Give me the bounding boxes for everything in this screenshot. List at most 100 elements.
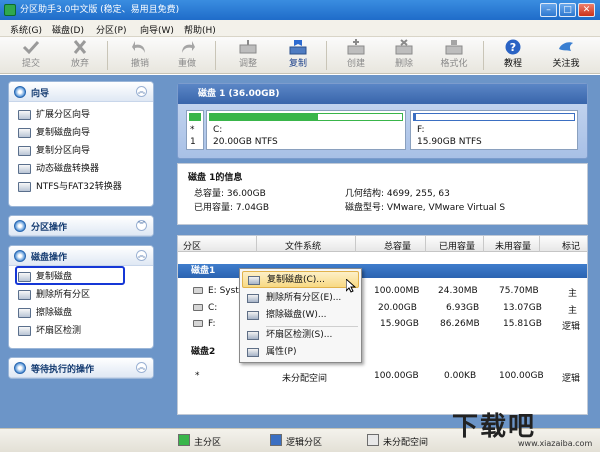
disk-map[interactable]: 磁盘 1 (36.00GB) * 1 C: 20.00GB NTFS F: 15… xyxy=(177,83,588,159)
app-icon xyxy=(4,4,16,16)
primary-swatch xyxy=(178,434,190,446)
partition-ops-icon xyxy=(14,220,26,232)
right-pane: 磁盘 1 (36.00GB) * 1 C: 20.00GB NTFS F: 15… xyxy=(162,75,600,445)
legend-primary: 主分区 xyxy=(194,438,222,448)
disk-model: 磁盘型号: VMware, VMware Virtual S xyxy=(345,203,506,213)
partition-ops-panel: 分区操作 ︾ xyxy=(8,215,154,237)
wizard-panel: 向导 ︽ 扩展分区向导 复制磁盘向导 复制分区向导 动态磁盘转换器 NTFS与F… xyxy=(8,81,154,207)
wipe-disk-icon xyxy=(247,311,259,320)
menu-partition[interactable]: 分区(P) xyxy=(96,23,126,36)
format-disk-icon xyxy=(445,40,463,55)
disk-op-delete-all[interactable]: 删除所有分区 xyxy=(9,286,153,304)
legend-logical: 逻辑分区 xyxy=(286,438,323,448)
col-partition[interactable]: 分区 xyxy=(183,239,201,252)
wizard-item-copy-disk[interactable]: 复制磁盘向导 xyxy=(9,124,153,142)
converter-icon xyxy=(18,182,31,192)
collapse-icon[interactable]: ︽ xyxy=(136,250,147,261)
pending-ops-panel: 等待执行的操作 ︽ xyxy=(8,357,154,379)
undo-icon xyxy=(132,41,145,53)
expand-icon[interactable]: ︾ xyxy=(136,220,147,231)
disk-ops-header[interactable]: 磁盘操作 ︽ xyxy=(9,246,153,266)
partition-c-usage-bar xyxy=(209,113,403,121)
adjust-button[interactable]: 调整 xyxy=(231,39,265,72)
pending-ops-header[interactable]: 等待执行的操作 ︽ xyxy=(9,358,153,378)
menu-wizard[interactable]: 向导(W) xyxy=(140,23,174,36)
copy-partition-icon xyxy=(18,146,31,156)
drive-icon xyxy=(193,320,203,327)
partition-f-usage-bar xyxy=(413,113,575,121)
col-filesystem[interactable]: 文件系统 xyxy=(285,239,321,252)
ctx-bad-sector-check[interactable]: 坏扇区检测(S)... xyxy=(242,327,359,344)
disk-map-partition-f[interactable]: F: 15.90GB NTFS xyxy=(410,110,578,150)
wizard-item-extend-partition[interactable]: 扩展分区向导 xyxy=(9,106,153,124)
disk-op-bad-sector[interactable]: 坏扇区检测 xyxy=(9,322,153,340)
ctx-properties[interactable]: 属性(P) xyxy=(242,344,359,361)
pending-ops-icon xyxy=(14,362,26,374)
partition-ops-header[interactable]: 分区操作 ︾ xyxy=(9,216,153,236)
ctx-copy-disk[interactable]: 复制磁盘(C)... xyxy=(242,271,359,288)
tutorial-button[interactable]: ? 教程 xyxy=(496,39,530,72)
wizard-panel-header[interactable]: 向导 ︽ xyxy=(9,82,153,102)
redo-button[interactable]: 重做 xyxy=(170,39,204,72)
minimize-button[interactable]: – xyxy=(540,3,557,17)
drive-icon xyxy=(193,304,203,311)
col-free[interactable]: 未用容量 xyxy=(495,239,531,252)
menu-disk[interactable]: 磁盘(D) xyxy=(52,23,84,36)
table-header: 分区 文件系统 总容量 已用容量 未用容量 标记 xyxy=(178,236,587,252)
collapse-icon[interactable]: ︽ xyxy=(136,86,147,97)
properties-icon xyxy=(247,348,259,357)
disk-op-wipe-disk[interactable]: 擦除磁盘 xyxy=(9,304,153,322)
undo-button[interactable]: 撤销 xyxy=(123,39,157,72)
disk-info-title: 磁盘 1的信息 xyxy=(188,173,243,183)
format-button[interactable]: 格式化 xyxy=(437,39,471,72)
create-disk-icon xyxy=(347,39,365,55)
title-bar: 分区助手3.0中文版 (稳定、易用且免费) – □ ✕ xyxy=(0,0,600,20)
disk-used-capacity: 已用容量: 7.04GB xyxy=(194,203,270,213)
cross-icon xyxy=(73,40,87,54)
disk-info-panel: 磁盘 1的信息 总容量: 36.00GB 已用容量: 7.04GB 几何结构: … xyxy=(177,163,588,225)
adjust-disk-icon xyxy=(239,40,257,54)
toolbar: 提交 放弃 撤销 重做 调整 复制 创建 删除 格式化 ? 教程 关注我 xyxy=(0,37,600,74)
disk-geometry: 几何结构: 4699, 255, 63 xyxy=(345,189,450,199)
disk-map-partition-small[interactable]: * 1 xyxy=(186,110,204,150)
col-flag[interactable]: 标记 xyxy=(562,239,580,252)
ctx-delete-all-partitions[interactable]: 删除所有分区(E)... xyxy=(242,290,359,307)
copy-button[interactable]: 复制 xyxy=(281,39,315,72)
extend-partition-icon xyxy=(18,110,31,120)
legend-unallocated: 未分配空间 xyxy=(383,438,429,448)
maximize-button[interactable]: □ xyxy=(559,3,576,17)
drive-icon xyxy=(193,287,203,294)
disk-ops-panel: 磁盘操作 ︽ 复制磁盘 删除所有分区 擦除磁盘 坏扇区检测 xyxy=(8,245,154,349)
bad-sector-icon xyxy=(18,326,31,336)
dynamic-disk-icon xyxy=(18,164,31,174)
disk-ops-icon xyxy=(14,250,26,262)
col-used[interactable]: 已用容量 xyxy=(439,239,475,252)
window-title: 分区助手3.0中文版 (稳定、易用且免费) xyxy=(20,5,180,15)
delete-partitions-icon xyxy=(247,294,259,303)
wizard-item-copy-partition[interactable]: 复制分区向导 xyxy=(9,142,153,160)
about-button[interactable]: 关注我 xyxy=(546,39,586,72)
menu-system[interactable]: 系统(G) xyxy=(10,23,42,36)
mouse-cursor-icon xyxy=(346,279,356,293)
logical-swatch xyxy=(270,434,282,446)
collapse-icon[interactable]: ︽ xyxy=(136,362,147,373)
disk-total-capacity: 总容量: 36.00GB xyxy=(194,189,266,199)
ctx-wipe-disk[interactable]: 擦除磁盘(W)... xyxy=(242,307,359,324)
table-row[interactable]: * 未分配空间 100.00GB 0.00KB 100.00GB 逻辑 xyxy=(178,368,587,384)
svg-text:?: ? xyxy=(510,41,516,54)
delete-button[interactable]: 删除 xyxy=(387,39,421,72)
redo-icon xyxy=(182,41,195,53)
create-button[interactable]: 创建 xyxy=(339,39,373,72)
bird-icon xyxy=(559,42,573,51)
copy-disk-icon xyxy=(289,40,307,55)
wizard-item-dynamic-disk[interactable]: 动态磁盘转换器 xyxy=(9,160,153,178)
disk-map-partition-c[interactable]: C: 20.00GB NTFS xyxy=(206,110,406,150)
disk-map-header: 磁盘 1 (36.00GB) xyxy=(178,84,587,104)
discard-button[interactable]: 放弃 xyxy=(63,39,97,72)
close-button[interactable]: ✕ xyxy=(578,3,595,17)
menu-help[interactable]: 帮助(H) xyxy=(184,23,216,36)
submit-button[interactable]: 提交 xyxy=(14,39,48,72)
col-total[interactable]: 总容量 xyxy=(384,239,411,252)
wizard-item-ntfs-fat32[interactable]: NTFS与FAT32转换器 xyxy=(9,178,153,196)
delete-disk-icon xyxy=(395,39,413,55)
